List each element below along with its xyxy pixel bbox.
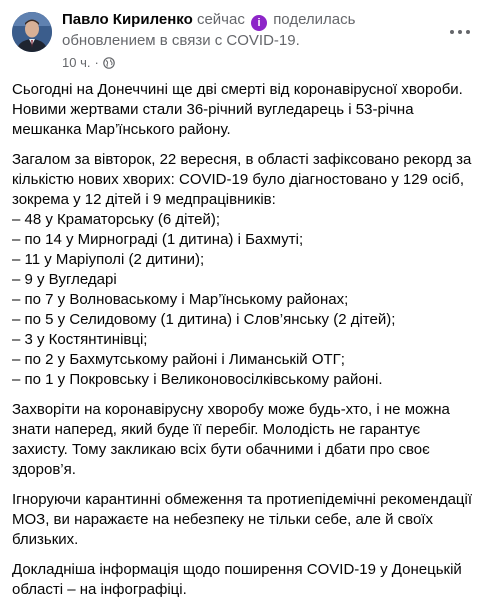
list-item: – 11 у Маріуполі (2 дитини); [12, 251, 205, 268]
meta-separator: · [94, 55, 99, 70]
list-item: – по 5 у Селидовому (1 дитина) і Слов’ян… [12, 311, 396, 328]
list-item: – 48 у Краматорську (6 дітей); [12, 211, 221, 228]
post-action-text: поделилась [273, 11, 356, 28]
post-paragraph: Захворіти на коронавірусну хворобу може … [12, 401, 450, 478]
post-paragraph: Сьогодні на Донеччині ще дві смерті від … [12, 81, 463, 138]
post-body: Сьогодні на Донеччині ще дві смерті від … [12, 80, 474, 610]
post-header: Павло Кириленко сейчас i поделилась обно… [0, 0, 482, 72]
post-header-text: Павло Кириленко сейчас i поделилась обно… [62, 10, 432, 51]
more-horizontal-icon[interactable] [448, 20, 472, 44]
info-badge-icon: i [251, 15, 268, 31]
facebook-post: Павло Кириленко сейчас i поделилась обно… [0, 0, 482, 598]
post-paragraph: Ігноруючи карантинні обмеження та протие… [12, 491, 473, 548]
list-intro: Загалом за вівторок, 22 вересня, в облас… [12, 151, 472, 208]
list-item: – по 2 у Бахмутському районі і Лиманські… [12, 351, 345, 368]
post-paragraph-with-list: Загалом за вівторок, 22 вересня, в облас… [12, 150, 474, 390]
post-meta: 10 ч. · [62, 55, 115, 71]
post-paragraph: Докладніша інформація щодо поширення COV… [12, 561, 462, 598]
list-item: – 3 у Костянтинівці; [12, 331, 148, 348]
author-avatar[interactable] [12, 12, 52, 52]
globe-icon[interactable] [103, 57, 115, 69]
post-action-topic: обновлением в связи с COVID-19. [62, 32, 300, 49]
post-timestamp[interactable]: 10 ч. [62, 55, 90, 71]
list-item: – по 14 у Мирнограді (1 дитина) і Бахмут… [12, 231, 304, 248]
list-item: – по 7 у Волноваському і Мар’їнському ра… [12, 291, 349, 308]
list-item: – по 1 у Покровську і Великоновосілківсь… [12, 371, 383, 388]
list-item: – 9 у Вугледарі [12, 271, 117, 288]
post-time-label: сейчас [196, 11, 245, 28]
author-name[interactable]: Павло Кириленко [62, 11, 193, 28]
